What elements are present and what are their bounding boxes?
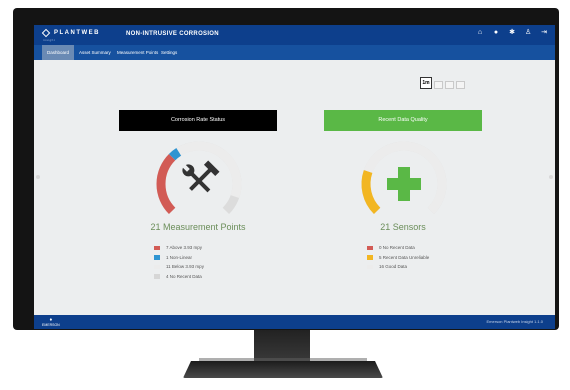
logout-icon[interactable]: ⇥	[541, 29, 547, 36]
legend-swatch	[367, 255, 373, 260]
tab-settings[interactable]: Settings	[156, 45, 182, 60]
logo-text: PLANTWEB	[54, 30, 100, 36]
scroll-left-indicator	[36, 175, 40, 179]
app-title: NON-INTRUSIVE CORROSION	[126, 31, 219, 37]
legend-item[interactable]: 16 Good Data	[367, 262, 517, 272]
sensors-total: 21 Sensors	[380, 222, 426, 232]
legend-label: 11 Below 3.93 mpy	[166, 264, 204, 270]
corrosion-gauge	[156, 141, 242, 215]
monitor-stand-base	[183, 361, 383, 378]
time-range-selector: 1m	[420, 77, 465, 89]
legend-swatch	[154, 255, 160, 260]
corrosion-gauge-nonlinear-segment	[168, 148, 182, 161]
scroll-right-indicator	[549, 175, 553, 179]
hammer-wrench-icon	[182, 160, 220, 193]
calendar-1m-button[interactable]: 1m	[420, 77, 432, 89]
header-icons: ⌂ ● ✱ ♙ ⇥	[477, 29, 547, 36]
legend-label: 16 Good Data	[379, 264, 408, 270]
corrosion-legend: 7 Above 3.93 mpy 1 Non-Linear 11 Below 3…	[154, 243, 304, 281]
footer-copyright: Emerson Plantweb Insight 1.1.0	[487, 319, 543, 324]
legend-item[interactable]: 1 Non-Linear	[154, 253, 304, 263]
legend-swatch	[367, 245, 373, 250]
monitor-bezel: PLANTWEB insight NON-INTRUSIVE CORROSION…	[13, 8, 559, 330]
legend-label: 7 Above 3.93 mpy	[166, 245, 203, 251]
legend-item[interactable]: 7 Above 3.93 mpy	[154, 243, 304, 253]
plantweb-logo: PLANTWEB	[41, 28, 100, 38]
legend-item[interactable]: 4 No Recent Data	[154, 272, 304, 282]
quality-gauge-unreliable-segment	[361, 169, 381, 215]
calendar-option-4-button[interactable]	[456, 81, 465, 89]
globe-icon[interactable]: ●	[493, 29, 499, 36]
top-header: PLANTWEB insight NON-INTRUSIVE CORROSION…	[34, 25, 555, 45]
gear-icon[interactable]: ✱	[509, 29, 515, 36]
legend-label: 1 Non-Linear	[166, 254, 193, 260]
home-icon[interactable]: ⌂	[477, 29, 483, 36]
legend-label: 5 Recent Data Unreliable	[379, 254, 430, 260]
legend-swatch	[154, 245, 160, 250]
logo-mark-icon	[41, 28, 51, 38]
calendar-option-2-button[interactable]	[434, 81, 443, 89]
legend-item[interactable]: 11 Below 3.93 mpy	[154, 262, 304, 272]
legend-item[interactable]: 0 No Recent Data	[367, 243, 517, 253]
footer-brand: EMERSON	[42, 323, 60, 327]
corrosion-rate-header[interactable]: Corrosion Rate Status	[119, 110, 277, 131]
emerson-logo: ♦ EMERSON	[42, 318, 60, 328]
legend-label: 4 No Recent Data	[166, 273, 202, 279]
user-icon[interactable]: ♙	[525, 29, 531, 36]
legend-swatch	[367, 264, 373, 269]
footer-bar: ♦ EMERSON Emerson Plantweb Insight 1.1.0	[34, 315, 555, 329]
logo-subtext: insight	[43, 38, 56, 42]
app-screen: PLANTWEB insight NON-INTRUSIVE CORROSION…	[34, 25, 555, 329]
plus-icon	[387, 167, 421, 201]
quality-gauge	[361, 141, 447, 215]
nav-bar: Dashboard Asset Summary Measurement Poin…	[34, 45, 555, 60]
calendar-option-3-button[interactable]	[445, 81, 454, 89]
legend-swatch	[154, 264, 160, 269]
corrosion-gauge-above-segment	[156, 153, 176, 215]
tab-asset-summary[interactable]: Asset Summary	[74, 45, 116, 60]
measurement-points-total: 21 Measurement Points	[150, 222, 246, 232]
footer-version: Emerson Plantweb Insight 1.1.0	[486, 319, 543, 324]
data-quality-header[interactable]: Recent Data Quality	[324, 110, 482, 131]
legend-swatch	[154, 274, 160, 279]
legend-label: 0 No Recent Data	[379, 245, 415, 251]
quality-legend: 0 No Recent Data 5 Recent Data Unreliabl…	[367, 243, 517, 272]
legend-item[interactable]: 5 Recent Data Unreliable	[367, 253, 517, 263]
tab-dashboard[interactable]: Dashboard	[42, 45, 75, 60]
